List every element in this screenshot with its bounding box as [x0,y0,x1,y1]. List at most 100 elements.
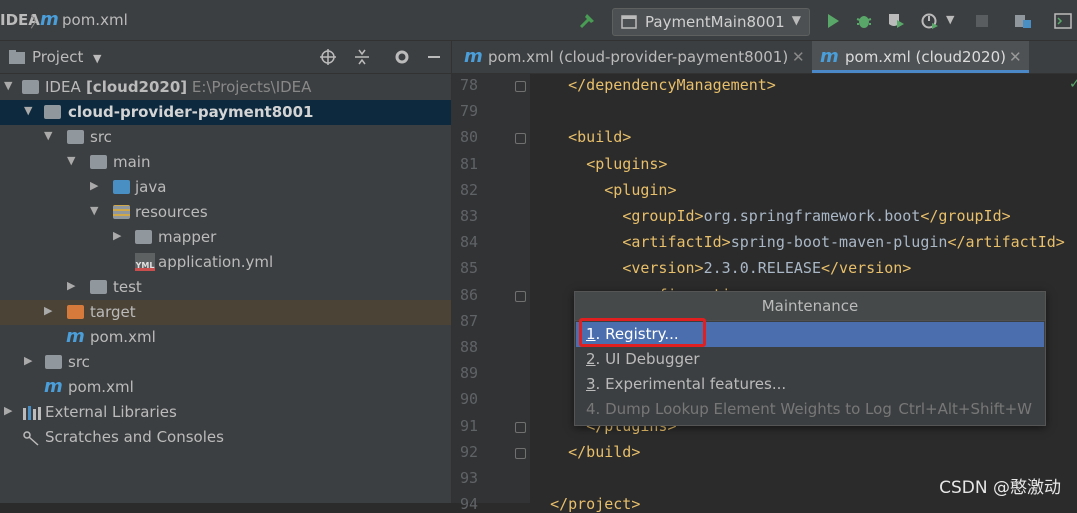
tree-node-cloud-provider-payment8001[interactable]: ▼ cloud-provider-payment8001 [0,100,451,125]
tree-node-label: target [90,303,136,321]
maven-icon: m [464,46,483,67]
fold-marker-icon[interactable] [515,421,526,433]
build-hammer-icon[interactable] [577,10,599,32]
yml-file-icon: YML [135,253,155,271]
terminal-icon[interactable] [1052,10,1074,32]
excluded-folder-icon [67,305,84,319]
code-line: <plugins> [586,154,668,173]
profiler-icon[interactable] [919,10,941,32]
line-number: 82 [459,180,478,199]
code-editor[interactable]: 78 </dependencyManagement> 79 80 <build> 81… [452,74,1077,513]
chevron-right-icon[interactable]: ▶ [67,279,75,292]
tree-node-path: E:\Projects\IDEA [187,78,312,96]
module-folder-icon [22,80,39,94]
tree-node-label: test [113,278,142,296]
tree-node-label: External Libraries [45,403,177,421]
close-tab-icon[interactable]: ✕ [1009,48,1022,66]
chevron-right-icon[interactable]: ▶ [113,229,121,242]
tree-node-label: pom.xml [90,328,156,346]
menu-item-mnemonic: 3 [586,375,596,393]
code-line: <groupId>org.springframework.boot</group… [622,207,1011,225]
folder-icon [90,280,107,294]
chevron-right-icon[interactable]: ▶ [44,304,52,317]
tree-node-external-libraries[interactable]: ▶ External Libraries [0,400,451,425]
tree-node-label: cloud-provider-payment8001 [68,103,314,121]
line-number: 84 [459,233,478,252]
module-folder-icon [44,105,61,119]
chevron-right-icon[interactable]: ▶ [24,354,32,367]
maven-icon: m [820,46,839,67]
code-line: </build> [568,442,641,461]
more-run-options-chevron-icon[interactable]: ▼ [946,13,954,26]
chevron-down-icon[interactable]: ▼ [4,79,12,92]
menu-item-label: . Dump Lookup Element Weights to Log [595,400,892,418]
chevron-right-icon[interactable]: ▶ [4,404,12,417]
folder-icon [67,130,84,144]
tree-node-java[interactable]: ▶ java [0,175,451,200]
code-line: <build> [568,128,632,147]
code-line: </project> [550,495,641,513]
gear-icon[interactable] [393,48,411,66]
tree-node-pom-xml[interactable]: m pom.xml [0,325,451,350]
code-line: </dependencyManagement> [568,76,776,94]
tree-node-main[interactable]: ▼ main [0,150,451,175]
menu-item-mnemonic: 2 [586,350,596,368]
fold-marker-icon[interactable] [515,447,526,459]
chevron-down-icon[interactable]: ▼ [24,104,32,117]
tree-node-label: IDEA [45,78,81,96]
fold-marker-icon[interactable] [515,133,526,145]
code-line: <version>2.3.0.RELEASE</version> [622,259,912,278]
editor-tabs: m pom.xml (cloud-provider-payment8001) ✕… [452,41,1077,74]
tree-node-mapper[interactable]: ▶ mapper [0,225,451,250]
run-icon[interactable] [822,10,844,32]
tree-node-project-name: [cloud2020] [80,78,188,96]
libraries-icon [23,406,41,420]
tree-node-src-root[interactable]: ▶ src [0,350,451,375]
line-number: 89 [459,364,478,383]
chevron-down-icon[interactable]: ▼ [90,204,98,217]
locate-target-icon[interactable] [319,48,337,66]
menu-item-ui-debugger[interactable]: 2. UI Debugger [576,347,1044,372]
inspection-ok-check-icon[interactable]: ✓ [1069,76,1077,92]
highlight-annotation-box [579,318,706,347]
menu-item-dump-lookup-weights[interactable]: 4. Dump Lookup Element Weights to Log Ct… [576,397,1044,422]
line-number: 94 [459,495,478,513]
close-tab-icon[interactable]: ✕ [792,48,805,66]
run-with-coverage-icon[interactable] [885,10,907,32]
code-line: <plugin> [604,180,677,199]
run-configuration-select[interactable]: PaymentMain8001 ▼ [612,8,810,36]
tree-node-test[interactable]: ▶ test [0,275,451,300]
tree-node-idea[interactable]: ▼ IDEA [cloud2020] E:\Projects\IDEA [0,75,451,100]
tab-label: pom.xml (cloud-provider-payment8001) [488,48,789,66]
fold-marker-icon[interactable] [515,290,526,302]
project-structure-icon[interactable] [1012,10,1034,32]
chevron-down-icon[interactable]: ▼ [67,154,75,167]
debug-bug-icon[interactable] [853,10,875,32]
menu-item-experimental-features[interactable]: 3. Experimental features... [576,372,1044,397]
maven-icon: m [44,376,63,397]
tab-pom-cloud2020[interactable]: m pom.xml (cloud2020) ✕ [812,41,1029,73]
line-number: 86 [459,285,478,304]
breadcrumb-file[interactable]: pom.xml [62,11,128,29]
tab-pom-cloud-provider-payment8001[interactable]: m pom.xml (cloud-provider-payment8001) ✕ [452,41,812,73]
tree-node-resources[interactable]: ▼ resources [0,200,451,225]
chevron-right-icon[interactable]: ▶ [90,179,98,192]
tree-node-label: pom.xml [68,378,134,396]
chevron-down-icon[interactable]: ▼ [93,52,101,65]
project-view-title[interactable]: Project [32,48,83,66]
collapse-all-icon[interactable] [353,48,371,66]
tree-node-application-yml[interactable]: YML application.yml [0,250,451,275]
chevron-down-icon[interactable]: ▼ [44,129,52,142]
line-number: 78 [459,76,478,94]
tree-node-scratches-and-consoles[interactable]: Scratches and Consoles [0,425,451,450]
tree-node-target[interactable]: ▶ target [0,300,451,325]
minimize-icon[interactable] [425,48,443,66]
tree-node-src[interactable]: ▼ src [0,125,451,150]
tree-node-pom-xml-root[interactable]: m pom.xml [0,375,451,400]
scratches-icon [23,431,39,446]
fold-marker-icon[interactable] [515,81,526,92]
code-lines: 78 </dependencyManagement> 79 80 <build> 81… [452,74,1077,513]
tree-node-label: Scratches and Consoles [45,428,224,446]
stop-icon[interactable] [971,10,993,32]
watermark-text: CSDN @憨激动 [939,478,1061,498]
